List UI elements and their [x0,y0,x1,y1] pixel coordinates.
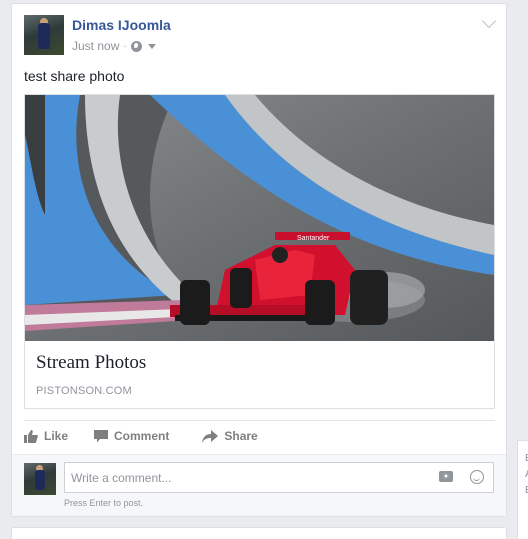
globe-icon[interactable] [130,40,142,52]
meta-separator: · [123,40,127,52]
like-button[interactable]: Like [24,429,68,443]
comment-label: Comment [114,429,170,443]
shared-link-domain: PISTONSON.COM [36,385,132,397]
actions-divider [24,420,495,421]
share-arrow-icon [202,429,219,443]
author-avatar[interactable] [24,15,64,55]
comment-button[interactable]: Comment [94,429,169,443]
post-text: test share photo [24,68,125,84]
avatar-figure [35,470,45,490]
like-label: Like [44,429,69,443]
shared-photo[interactable]: Santander [25,95,494,341]
shared-link-title[interactable]: Stream Photos [36,352,146,374]
post-options-chevron-icon[interactable] [481,13,497,29]
emoji-icon[interactable] [470,470,484,484]
comment-input[interactable]: Write a comment... [64,462,494,493]
comment-hint: Press Enter to post. [64,498,144,508]
avatar-figure [38,23,50,49]
next-post-card [11,527,507,539]
race-car-photo: Santander [25,95,494,341]
post-timestamp[interactable]: Just now [72,39,119,53]
speech-bubble-icon [94,429,109,442]
privacy-dropdown-caret-icon[interactable] [147,43,156,49]
post-meta: Just now · [72,39,156,53]
right-sidebar-edge: E A E [517,440,528,539]
author-name-link[interactable]: Dimas IJoomla [72,17,171,33]
commenter-avatar[interactable] [24,463,56,495]
camera-icon[interactable] [439,471,453,482]
share-button[interactable]: Share [202,429,258,443]
shared-link-preview[interactable]: Santander Stream Photos PISTONSON.COM [24,94,495,409]
thumbs-up-icon [24,429,38,443]
post-actions-bar: Like Comment Share [24,426,258,446]
sponsor-text: Santander [297,235,330,242]
share-label: Share [224,429,258,443]
post-card: Dimas IJoomla Just now · test share phot… [11,3,507,517]
comment-composer: Write a comment... Press Enter to post. [12,454,506,516]
